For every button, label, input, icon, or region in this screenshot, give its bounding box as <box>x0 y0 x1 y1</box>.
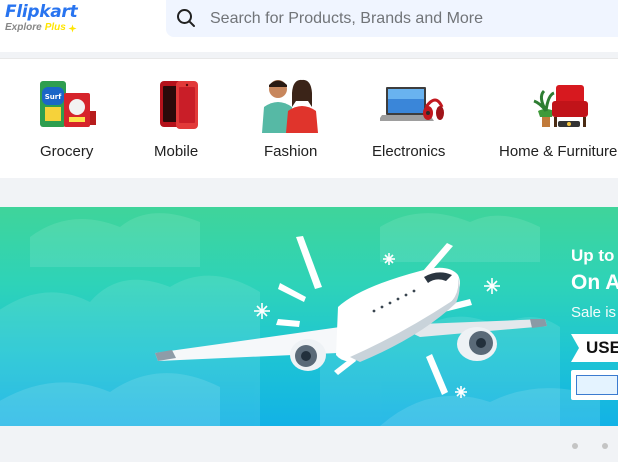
search-input[interactable] <box>210 0 610 37</box>
plus-star-icon <box>68 23 77 33</box>
grocery-icon: Surf <box>40 81 96 127</box>
logo-explore-text: Explore <box>5 22 42 33</box>
category-label-electronics: Electronics <box>372 143 446 160</box>
flipkart-home-page: Flipkart Explore Plus Surf <box>0 0 618 462</box>
category-grocery[interactable]: Surf Grocery <box>36 59 106 179</box>
fashion-people-icon <box>262 79 318 133</box>
bank-logo-badge <box>576 375 618 395</box>
carousel-dot[interactable] <box>572 443 578 449</box>
logo-text: Flipkart <box>5 2 78 22</box>
category-label-home-furniture: Home & Furniture <box>499 143 618 160</box>
search-icon[interactable] <box>176 8 196 28</box>
laptop-headphones-icon <box>380 87 444 121</box>
category-fashion[interactable]: Fashion <box>258 59 328 179</box>
banner-offer-line2: On A <box>571 271 618 294</box>
logo-plus-text: Plus <box>44 22 66 33</box>
category-electronics[interactable]: Electronics <box>372 59 454 179</box>
promo-banner[interactable]: Up to On A Sale is USE <box>0 207 618 426</box>
banner-offer-text: Up to On A Sale is <box>571 245 618 323</box>
logo-subtext: Explore Plus <box>5 22 105 34</box>
carousel-dot[interactable] <box>602 443 608 449</box>
airplane-illustration <box>0 213 600 426</box>
bank-logo <box>571 370 618 400</box>
category-label-fashion: Fashion <box>264 143 318 160</box>
category-label-mobile: Mobile <box>154 143 199 160</box>
armchair-icon <box>533 85 588 127</box>
category-mobile[interactable]: Mobile <box>150 59 214 179</box>
mobile-phone-icon <box>160 81 198 129</box>
category-label-grocery: Grocery <box>40 143 94 160</box>
category-home-furniture[interactable]: Home & Furniture <box>497 59 618 179</box>
banner-offer-line3: Sale is <box>571 304 617 321</box>
flipkart-logo[interactable]: Flipkart Explore Plus <box>5 2 105 34</box>
banner-offer-line1: Up to <box>571 246 615 265</box>
svg-text:Surf: Surf <box>45 93 62 101</box>
search-bar <box>166 0 618 37</box>
top-header: Flipkart Explore Plus <box>0 0 618 52</box>
category-strip: Surf Grocery Mobile Fashion Electronics … <box>0 58 618 178</box>
carousel-dots <box>560 440 618 452</box>
